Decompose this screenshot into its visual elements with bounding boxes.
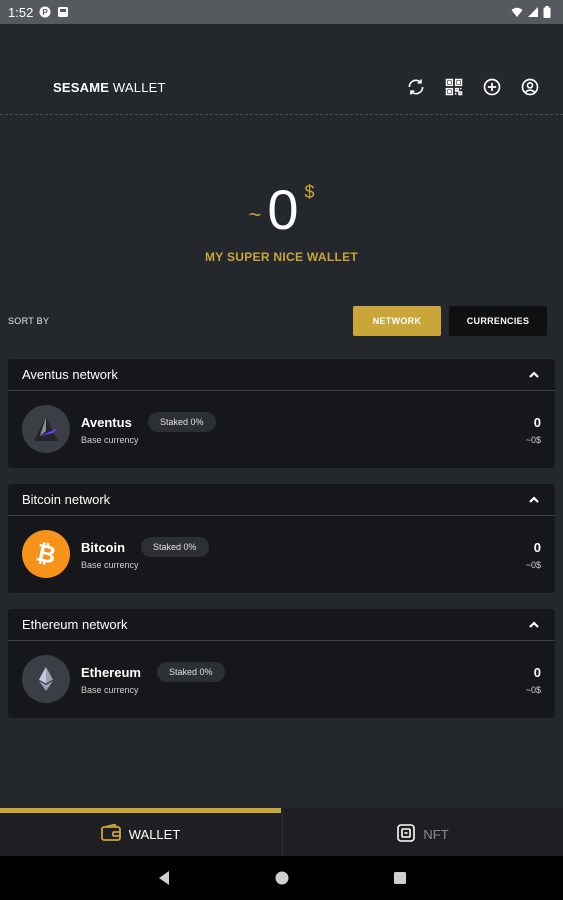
network-card-ethereum: Ethereum network Ethereum Staked 0% Base… (8, 609, 555, 718)
wifi-icon (511, 6, 523, 18)
coin-row[interactable]: Aventus Staked 0% Base currency 0 ~0$ (8, 391, 555, 467)
svg-text:₿: ₿ (34, 539, 59, 569)
signal-icon (527, 6, 539, 18)
balance-display: ~ 0 $ (0, 180, 563, 240)
home-icon[interactable] (273, 869, 291, 887)
coin-name: Ethereum (81, 665, 141, 680)
account-icon[interactable] (519, 76, 541, 98)
sort-network-button[interactable]: NETWORK (353, 306, 441, 336)
add-circle-icon[interactable] (481, 76, 503, 98)
coin-name: Bitcoin (81, 540, 126, 555)
network-header[interactable]: Aventus network (8, 359, 555, 391)
nft-icon (397, 824, 416, 845)
status-time: 1:52 (8, 4, 34, 20)
header-divider (0, 114, 563, 115)
coin-amount: 0 (533, 415, 541, 430)
coin-subtitle: Base currency (81, 685, 139, 695)
coin-name: Aventus (81, 415, 132, 430)
app-header: SESAME WALLET (0, 24, 563, 116)
network-header[interactable]: Ethereum network (8, 609, 555, 641)
aventus-logo-icon (22, 405, 70, 453)
notification-p-icon: P (39, 6, 51, 18)
notification-card-icon (57, 6, 69, 18)
chevron-up-icon[interactable] (527, 618, 541, 632)
svg-text:P: P (43, 8, 49, 17)
balance-amount: 0 (267, 178, 299, 241)
brand-light: WALLET (109, 80, 166, 95)
network-card-aventus: Aventus network Aventus Staked 0% Base c… (8, 359, 555, 468)
coin-fiat-value: ~0$ (525, 435, 541, 445)
bitcoin-logo-icon: ₿ (22, 530, 70, 578)
bottom-tab-bar: WALLET NFT (0, 808, 563, 856)
refresh-icon[interactable] (405, 76, 427, 98)
tab-wallet[interactable]: WALLET (0, 813, 281, 856)
coin-subtitle: Base currency (81, 560, 139, 570)
coin-row[interactable]: ₿ Bitcoin Staked 0% Base currency 0 ~0$ (8, 516, 555, 592)
coin-amount: 0 (533, 665, 541, 680)
sort-by-label: SORT BY (8, 316, 50, 326)
tab-nft[interactable]: NFT (282, 813, 563, 856)
network-title: Ethereum network (22, 617, 128, 632)
balance-tilde: ~ (248, 202, 262, 227)
network-title: Aventus network (22, 367, 118, 382)
wallet-name[interactable]: MY SUPER NICE WALLET (0, 250, 563, 264)
network-card-bitcoin: Bitcoin network ₿ Bitcoin Staked 0% Base… (8, 484, 555, 593)
status-bar: 1:52 P (0, 0, 563, 24)
brand-title: SESAME WALLET (53, 80, 166, 95)
network-title: Bitcoin network (22, 492, 111, 507)
chevron-up-icon[interactable] (527, 493, 541, 507)
network-header[interactable]: Bitcoin network (8, 484, 555, 516)
sort-currencies-button[interactable]: CURRENCIES (449, 306, 547, 336)
coin-fiat-value: ~0$ (525, 685, 541, 695)
wallet-icon (100, 823, 121, 845)
tab-wallet-label: WALLET (128, 827, 181, 842)
coin-amount: 0 (533, 540, 541, 555)
back-icon[interactable] (155, 869, 173, 887)
brand-bold: SESAME (53, 80, 110, 95)
ethereum-logo-icon (22, 655, 70, 703)
recents-icon[interactable] (391, 869, 409, 887)
header-actions (405, 76, 541, 98)
chevron-up-icon[interactable] (527, 368, 541, 382)
qr-scan-icon[interactable] (443, 76, 465, 98)
staked-badge: Staked 0% (141, 537, 209, 557)
system-nav-bar (0, 856, 563, 900)
battery-icon (543, 6, 555, 18)
staked-badge: Staked 0% (157, 662, 225, 682)
coin-fiat-value: ~0$ (525, 560, 541, 570)
tab-nft-label: NFT (423, 827, 449, 842)
coin-row[interactable]: Ethereum Staked 0% Base currency 0 ~0$ (8, 641, 555, 717)
staked-badge: Staked 0% (148, 412, 216, 432)
balance-currency: $ (304, 182, 315, 202)
coin-subtitle: Base currency (81, 435, 139, 445)
